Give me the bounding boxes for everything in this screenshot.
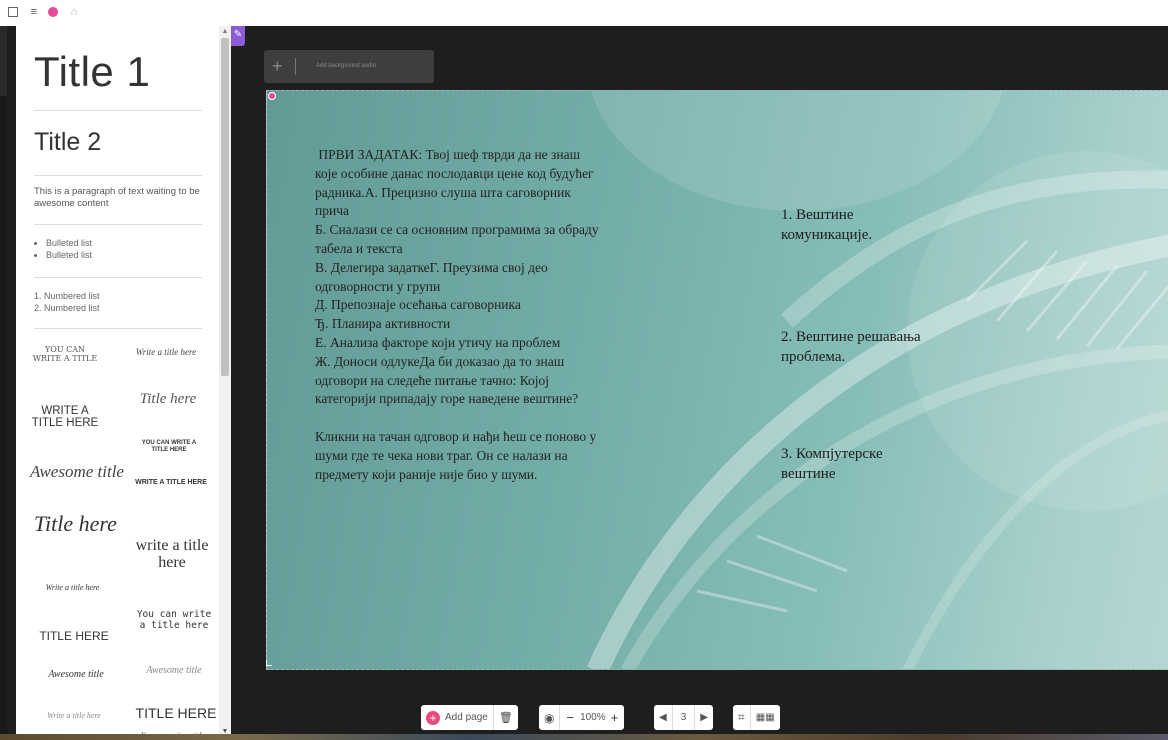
divider bbox=[34, 224, 202, 225]
left-edge bbox=[0, 26, 7, 740]
plus-icon: + bbox=[272, 56, 283, 76]
style-paragraph[interactable]: This is a paragraph of text waiting to b… bbox=[34, 186, 209, 210]
delete-page-button[interactable]: 🗑 bbox=[494, 705, 518, 730]
slide-selection-handle[interactable] bbox=[268, 92, 276, 100]
page-number: 3 bbox=[673, 705, 696, 730]
list-item: Bulleted list bbox=[46, 237, 92, 249]
divider bbox=[34, 277, 202, 278]
slide-canvas[interactable]: ПРВИ ЗАДАТАК: Твој шеф тврди да не знаш … bbox=[266, 90, 1168, 670]
zoom-control: − 100% + bbox=[560, 705, 624, 730]
divider bbox=[34, 110, 202, 111]
answer-option-3[interactable]: 3. Компјутерске вештине bbox=[781, 444, 883, 484]
answer-option-1[interactable]: 1. Вештине комуникације. bbox=[781, 205, 872, 245]
template-thumb[interactable]: Title here bbox=[126, 391, 210, 408]
preview-button[interactable]: ◉ bbox=[539, 705, 561, 730]
pin-icon: ✎ bbox=[233, 29, 243, 40]
list-item: Bulleted list bbox=[46, 249, 92, 261]
panel-pin-tab[interactable]: ✎ bbox=[231, 26, 245, 46]
template-thumb[interactable]: YOU CAN WRITE A TITLE HERE bbox=[138, 440, 200, 454]
list-item: 2. Numbered list bbox=[34, 303, 100, 313]
style-title-1[interactable]: Title 1 bbox=[34, 48, 150, 96]
text-styles-panel: Title 1 Title 2 This is a paragraph of t… bbox=[16, 26, 219, 740]
add-page-button[interactable]: + Add page bbox=[421, 705, 494, 730]
template-thumb[interactable]: You can write a title here bbox=[132, 609, 216, 631]
view-tools-group: ⌗ ▦▦ bbox=[733, 705, 780, 730]
task-text-box[interactable]: ПРВИ ЗАДАТАК: Твој шеф тврди да не знаш … bbox=[315, 146, 605, 484]
grid-view-button[interactable]: ▦▦ bbox=[751, 705, 780, 730]
panel-scrollbar[interactable]: ▲ ▼ bbox=[219, 26, 231, 740]
crop-icon: ⌗ bbox=[738, 710, 745, 724]
square-icon[interactable] bbox=[8, 7, 18, 17]
add-icon: + bbox=[426, 710, 440, 725]
scrollbar-thumb[interactable] bbox=[221, 38, 229, 376]
divider bbox=[34, 328, 202, 329]
style-numbered-list[interactable]: 1. Numbered list 2. Numbered list bbox=[34, 290, 100, 314]
page-actions-group: + Add page 🗑 bbox=[421, 705, 518, 730]
page-nav-group: ◀ 3 ▶ bbox=[654, 705, 713, 730]
template-thumb[interactable]: Title here bbox=[34, 511, 117, 537]
add-background-audio-label: Add background audio bbox=[316, 63, 377, 69]
template-thumb[interactable]: TITLE HERE bbox=[34, 629, 114, 643]
zoom-out-button[interactable]: − bbox=[566, 710, 574, 725]
template-thumb[interactable]: write a title here bbox=[132, 537, 212, 571]
grid-icon: ▦▦ bbox=[755, 712, 775, 723]
chevron-right-icon: ▶ bbox=[700, 712, 708, 723]
eye-icon: ◉ bbox=[544, 710, 555, 725]
next-page-button[interactable]: ▶ bbox=[695, 705, 713, 730]
crop-button[interactable]: ⌗ bbox=[733, 705, 751, 730]
chevron-left-icon: ◀ bbox=[659, 712, 667, 723]
scroll-up-arrow-icon[interactable]: ▲ bbox=[219, 28, 231, 36]
template-thumb[interactable]: Awesome title bbox=[34, 669, 118, 680]
style-title-2[interactable]: Title 2 bbox=[34, 128, 101, 157]
divider bbox=[34, 175, 202, 176]
style-bulleted-list[interactable]: Bulleted list Bulleted list bbox=[34, 237, 92, 261]
add-background-audio-button[interactable]: + Add background audio bbox=[264, 50, 434, 83]
template-thumb[interactable]: Awesome title bbox=[134, 665, 214, 676]
corner-mark bbox=[266, 660, 272, 666]
answer-option-2[interactable]: 2. Вештине решавања проблема. bbox=[781, 327, 921, 367]
lock-icon[interactable]: ⌂ bbox=[68, 6, 80, 18]
template-thumb[interactable]: WRITE A TITLE HERE bbox=[30, 405, 100, 429]
template-thumb[interactable]: Write a title here bbox=[126, 347, 206, 357]
list-item: 1. Numbered list bbox=[34, 291, 100, 301]
template-thumb[interactable]: WRITE A TITLE HERE bbox=[130, 479, 212, 486]
editor-window: ≡ ⌂ Title 1 Title 2 This is a paragraph … bbox=[0, 0, 1168, 740]
zoom-level: 100% bbox=[580, 712, 606, 723]
template-thumb[interactable]: Awesome title bbox=[30, 462, 124, 482]
previous-page-button[interactable]: ◀ bbox=[654, 705, 673, 730]
badge-icon[interactable] bbox=[48, 7, 58, 17]
zoom-in-button[interactable]: + bbox=[611, 710, 619, 725]
trash-icon: 🗑 bbox=[498, 712, 513, 724]
zoom-group: ◉ − 100% + bbox=[539, 705, 625, 730]
top-toolbar: ≡ ⌂ bbox=[0, 0, 1168, 26]
add-page-label: Add page bbox=[445, 712, 488, 723]
menu-icon[interactable]: ≡ bbox=[28, 6, 40, 18]
template-thumb[interactable]: YOU CAN WRITE A TITLE bbox=[30, 345, 100, 363]
template-thumb[interactable]: Write a title here bbox=[30, 583, 115, 592]
os-taskbar-strip bbox=[0, 734, 1168, 740]
